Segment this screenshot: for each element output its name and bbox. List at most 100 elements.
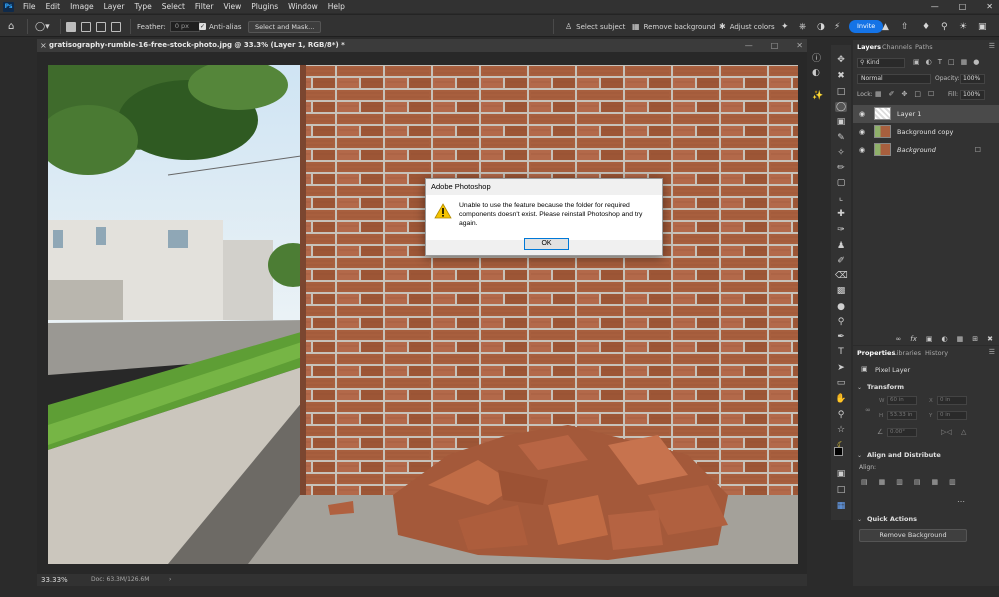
menu-select[interactable]: Select	[157, 0, 190, 13]
frame-tool-icon[interactable]: ▢	[835, 178, 847, 188]
magic-icon[interactable]: ✨	[812, 91, 823, 101]
align-chevron-icon[interactable]: ⌄	[857, 452, 862, 459]
info-icon[interactable]: ⓘ	[812, 51, 821, 64]
feather-input[interactable]: 0 px	[169, 21, 200, 32]
lock-artboard-icon[interactable]: □	[914, 90, 921, 98]
new-adjustment-icon[interactable]: ◐	[942, 335, 948, 343]
eyedropper-tool-icon[interactable]: ✏	[835, 163, 847, 173]
fx-icon[interactable]: fx	[910, 335, 917, 343]
blend-mode-select[interactable]: Normal	[857, 74, 931, 84]
remove-background-quick-button[interactable]: Remove Background	[859, 529, 967, 542]
home-icon[interactable]: ⌂	[8, 15, 14, 38]
subtract-selection-icon[interactable]	[96, 21, 106, 32]
lightning-icon[interactable]: ⚡	[834, 15, 840, 38]
workspace-icon[interactable]: ▣	[978, 15, 987, 38]
tool-icon-1[interactable]: ✦	[781, 15, 789, 38]
flip-vertical-icon[interactable]: △	[961, 428, 966, 436]
tab-paths[interactable]: Paths	[915, 42, 933, 52]
doc-maximize-icon[interactable]: □	[771, 39, 779, 52]
type-filter-icon[interactable]: T	[938, 58, 942, 66]
lock-image-icon[interactable]: ✐	[889, 90, 895, 98]
adjustments-icon[interactable]: ◐	[812, 68, 820, 78]
y-field[interactable]: 0 in	[937, 411, 967, 420]
healing-brush-icon[interactable]: ✚	[835, 209, 847, 219]
add-mask-icon[interactable]: ▣	[926, 335, 933, 343]
transform-chevron-icon[interactable]: ⌄	[857, 384, 862, 391]
shape-tool-icon[interactable]: ▭	[835, 378, 847, 388]
document-image[interactable]	[48, 65, 798, 564]
select-and-mask-button[interactable]: Select and Mask...	[248, 20, 322, 33]
tab-close-icon[interactable]: ×	[40, 41, 47, 50]
gradient-tool-icon[interactable]: ▩	[835, 286, 847, 296]
brightness-icon[interactable]: ☀	[959, 15, 967, 38]
select-subject-button[interactable]: ♙ Select subject	[565, 15, 625, 38]
align-top-icon[interactable]: ▤	[914, 478, 921, 486]
screen-mode-icon[interactable]: □	[835, 485, 847, 495]
type-tool-icon[interactable]: T	[835, 347, 847, 357]
adjust-colors-button[interactable]: ✱ Adjust colors	[719, 15, 775, 38]
quick-select-tool-icon[interactable]: ✎	[835, 133, 847, 143]
layer-row-layer-1[interactable]: ◉ Layer 1	[853, 105, 999, 123]
tab-history[interactable]: History	[925, 348, 948, 358]
marquee-tool-icon[interactable]: □	[835, 87, 847, 97]
flip-horizontal-icon[interactable]: ▷◁	[941, 428, 952, 436]
menu-type[interactable]: Type	[130, 0, 157, 13]
share-icon[interactable]: ⇧	[901, 15, 909, 38]
hand-tool-icon[interactable]: ✋	[835, 394, 847, 404]
brush-tool-icon[interactable]: ✑	[835, 225, 847, 235]
fill-input[interactable]: 100%	[960, 90, 985, 100]
adjustment-filter-icon[interactable]: ◐	[926, 58, 932, 66]
visibility-eye-icon[interactable]: ◉	[859, 128, 865, 136]
menu-layer[interactable]: Layer	[99, 0, 130, 13]
path-select-icon[interactable]: ➤	[835, 363, 847, 373]
doc-close-icon[interactable]: ✕	[796, 39, 803, 52]
tab-layers[interactable]: Layers	[857, 42, 881, 52]
lasso-tool-preset-icon[interactable]: ◯▾	[35, 15, 50, 38]
menu-help[interactable]: Help	[323, 0, 350, 13]
align-middle-v-icon[interactable]: ▦	[932, 478, 939, 486]
visibility-eye-icon[interactable]: ◉	[859, 146, 865, 154]
menu-view[interactable]: View	[218, 0, 246, 13]
lasso-tool-icon[interactable]: ◯	[835, 102, 847, 112]
object-select-tool-icon[interactable]: ▣	[835, 117, 847, 127]
account-icon[interactable]: ▲	[882, 15, 889, 38]
tab-channels[interactable]: Channels	[882, 42, 912, 52]
search-icon[interactable]: ⚲	[941, 15, 948, 38]
new-selection-icon[interactable]	[66, 21, 76, 32]
crop-tool-icon[interactable]: ⌞	[835, 193, 847, 203]
opacity-input[interactable]: 100%	[960, 74, 985, 84]
align-right-icon[interactable]: ▥	[896, 478, 903, 486]
zoom-tool-icon[interactable]: ⚲	[835, 410, 847, 420]
width-field[interactable]: 60 in	[887, 396, 917, 405]
warp-icon[interactable]: ⎈	[799, 15, 806, 38]
menu-window[interactable]: Window	[283, 0, 323, 13]
clone-stamp-icon[interactable]: ♟	[835, 241, 847, 251]
layer-row-background-copy[interactable]: ◉ Background copy	[853, 123, 999, 141]
blur-tool-icon[interactable]: ●	[835, 302, 847, 312]
invite-button[interactable]: Invite	[849, 20, 884, 33]
new-layer-icon[interactable]: ⊞	[972, 335, 978, 343]
add-selection-icon[interactable]	[81, 21, 91, 32]
artboard-tool-icon[interactable]: ✖	[835, 71, 847, 81]
visibility-eye-icon[interactable]: ◉	[859, 110, 865, 118]
filter-toggle-icon[interactable]: ●	[973, 58, 979, 66]
contrast-icon[interactable]: ◑	[817, 15, 825, 38]
quick-mask-icon[interactable]: ▣	[835, 469, 847, 479]
delete-layer-icon[interactable]: ✖	[987, 335, 993, 343]
panel-menu-icon[interactable]: ☰	[989, 42, 995, 50]
link-dimensions-icon[interactable]: ∞	[865, 406, 871, 414]
align-left-icon[interactable]: ▤	[861, 478, 868, 486]
star-icon[interactable]: ☆	[835, 425, 847, 435]
tab-libraries[interactable]: Libraries	[893, 348, 921, 358]
minimize-icon[interactable]: —	[931, 2, 939, 11]
close-icon[interactable]: ✕	[986, 2, 993, 11]
ok-button[interactable]: OK	[524, 238, 569, 250]
edit-toolbar-icon[interactable]: ▦	[835, 501, 847, 511]
lock-transparent-icon[interactable]: ▦	[875, 90, 882, 98]
antialias-checkbox[interactable]: ✓	[199, 23, 206, 30]
document-tab[interactable]: × gratisography-rumble-16-free-stock-pho…	[37, 39, 807, 52]
props-menu-icon[interactable]: ☰	[989, 348, 995, 356]
lock-all-icon[interactable]: ☐	[928, 90, 934, 98]
layer-row-background[interactable]: ◉ Background ☐	[853, 141, 999, 159]
smart-filter-icon[interactable]: ▦	[961, 58, 968, 66]
